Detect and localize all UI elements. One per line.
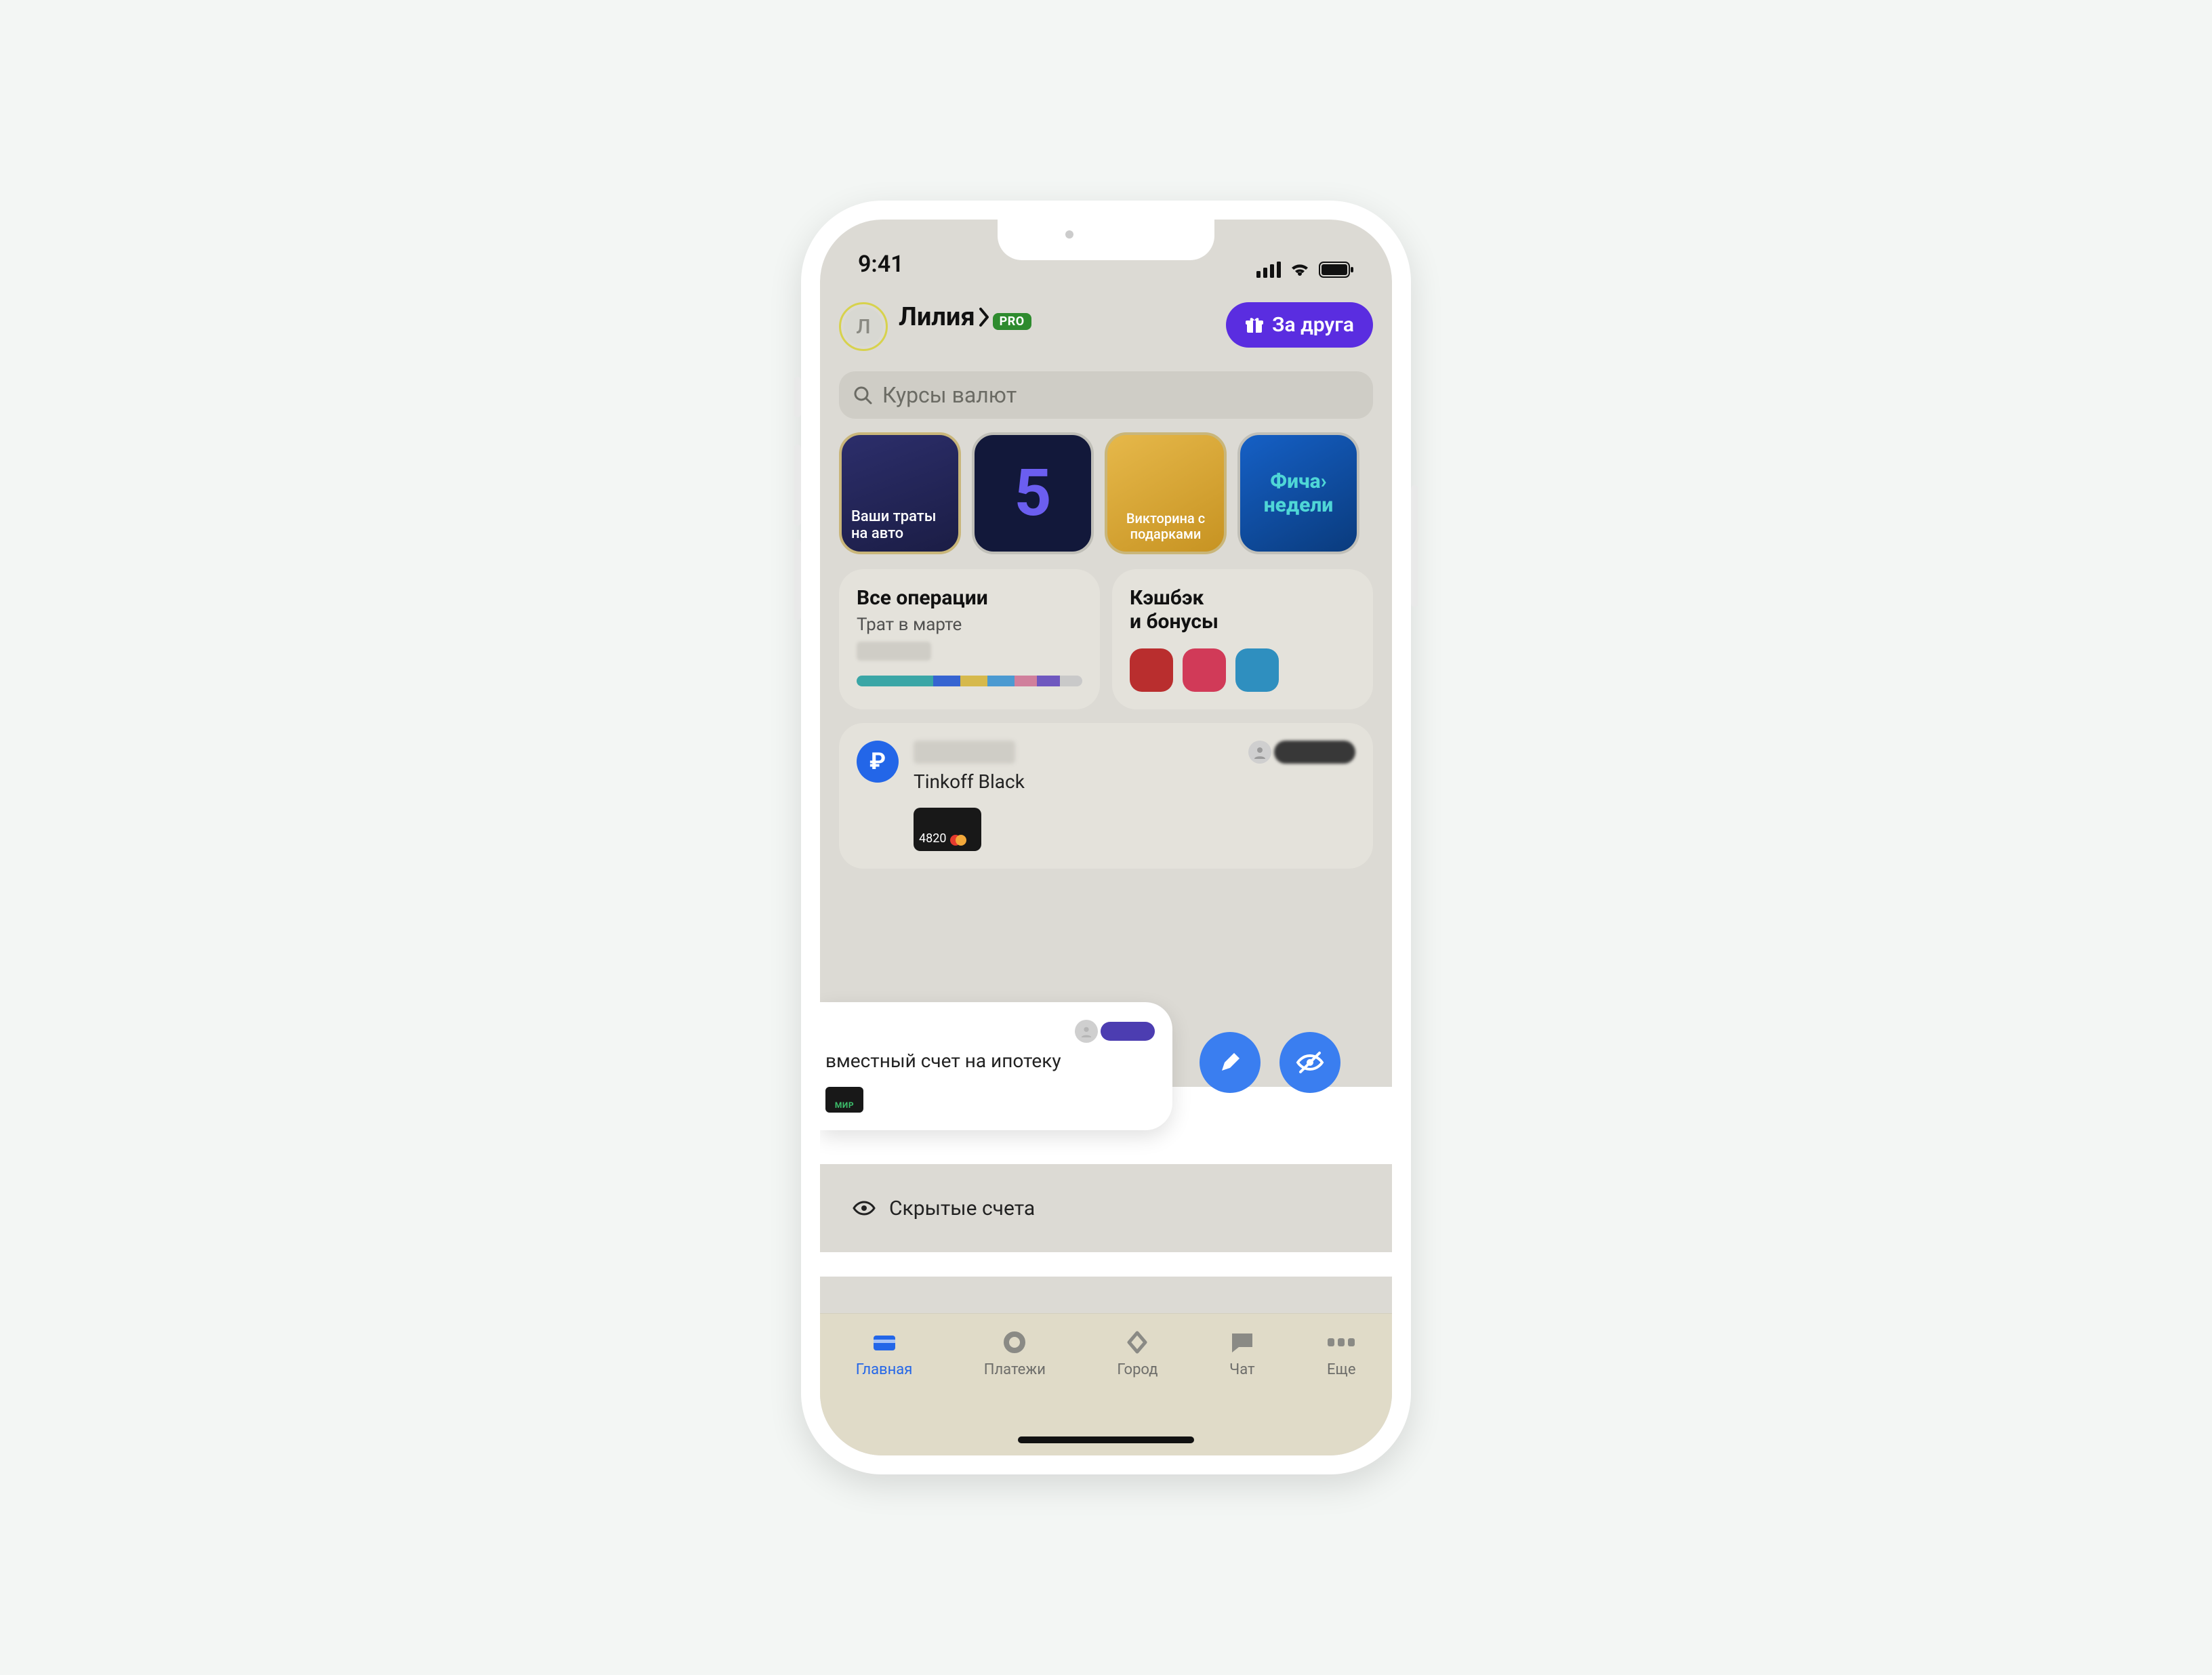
search-icon: [853, 385, 873, 405]
person-icon: [1075, 1020, 1098, 1043]
tab-label: Платежи: [984, 1361, 1046, 1378]
swiped-account-card[interactable]: вместный счет на ипотеку МИР: [820, 1002, 1172, 1130]
tab-city[interactable]: Город: [1117, 1329, 1158, 1378]
all-operations-card[interactable]: Все операции Трат в марте: [839, 569, 1100, 709]
account-card[interactable]: ₽ Tinkoff Black: [839, 723, 1373, 869]
tab-more[interactable]: Еще: [1326, 1329, 1356, 1378]
story-label: 5: [1014, 455, 1051, 531]
eye-icon: [853, 1197, 876, 1220]
card-last4: 4820: [919, 831, 946, 846]
tab-label: Еще: [1327, 1361, 1356, 1378]
card-mini[interactable]: 4820: [914, 808, 981, 851]
avatar-letter: Л: [844, 307, 883, 346]
ops-amount-redacted: [857, 642, 931, 661]
eye-off-icon: [1295, 1048, 1325, 1077]
card-mini-mir[interactable]: МИР: [825, 1087, 863, 1113]
story-label: Фича› недели: [1250, 470, 1347, 517]
rouble-icon: ₽: [857, 741, 899, 783]
tab-label: Город: [1117, 1361, 1158, 1378]
pencil-icon: [1216, 1049, 1244, 1076]
profile-name: Лилия: [899, 302, 975, 332]
tab-chat[interactable]: Чат: [1229, 1329, 1255, 1378]
account-balance-redacted: [914, 741, 1015, 764]
search-input[interactable]: Курсы валют: [839, 371, 1373, 419]
home-indicator[interactable]: [1018, 1436, 1194, 1443]
cashback-squares: [1130, 648, 1355, 692]
cellular-icon: [1256, 262, 1281, 278]
ops-subtitle: Трат в марте: [857, 615, 1082, 635]
city-tab-icon: [1124, 1330, 1151, 1355]
cashback-card[interactable]: Кэшбэк и бонусы: [1112, 569, 1373, 709]
chevron-right-icon: [978, 308, 990, 327]
avatar[interactable]: Л: [839, 302, 888, 351]
shared-name-redacted: [1274, 741, 1355, 764]
pro-badge: PRO: [993, 313, 1031, 330]
wifi-icon: [1289, 262, 1311, 278]
story-five[interactable]: 5: [972, 432, 1094, 554]
tab-label: Чат: [1229, 1361, 1254, 1378]
more-tab-icon: [1326, 1334, 1356, 1350]
story-feature[interactable]: Фича› недели: [1237, 432, 1359, 554]
status-time: 9:41: [858, 251, 904, 278]
tab-bar: Главная Платежи Город Чат: [820, 1313, 1392, 1455]
account-label: Tinkoff Black: [914, 770, 1025, 793]
mastercard-icon: [950, 835, 966, 846]
tab-label: Главная: [856, 1361, 913, 1378]
person-icon: [1248, 741, 1271, 764]
account-shared-users[interactable]: [1248, 741, 1355, 764]
invite-friend-button[interactable]: За друга: [1226, 302, 1373, 348]
mir-scheme: МИР: [835, 1100, 854, 1110]
ops-title: Все операции: [857, 587, 1082, 611]
tab-payments[interactable]: Платежи: [984, 1329, 1046, 1378]
profile-name-button[interactable]: Лилия: [899, 302, 990, 332]
hidden-accounts-row[interactable]: Скрытые счета: [820, 1164, 1392, 1252]
story-label: Викторина с подарками: [1117, 511, 1214, 542]
invite-friend-label: За друга: [1272, 313, 1354, 337]
story-auto-spend[interactable]: Ваши траты на авто: [839, 432, 961, 554]
edit-account-button[interactable]: [1200, 1032, 1261, 1093]
payments-tab-icon: [1002, 1330, 1027, 1355]
gift-icon: [1245, 316, 1264, 335]
home-tab-icon: [871, 1331, 898, 1353]
stories-row[interactable]: Ваши траты на авто 5 Викторина с подарка…: [820, 419, 1392, 554]
chat-tab-icon: [1229, 1331, 1255, 1354]
hidden-accounts-label: Скрытые счета: [889, 1197, 1035, 1220]
status-bar: 9:41: [820, 220, 1392, 281]
swiped-account-label: вместный счет на ипотеку: [825, 1050, 1155, 1072]
phone-frame: 9:41 Л: [801, 201, 1411, 1474]
story-label: Ваши траты на авто: [851, 508, 949, 542]
cashback-title: Кэшбэк и бонусы: [1130, 587, 1355, 634]
ops-spend-bar: [857, 676, 1082, 686]
tab-home[interactable]: Главная: [856, 1329, 913, 1378]
search-placeholder: Курсы валют: [882, 382, 1017, 408]
battery-icon: [1319, 262, 1354, 278]
shared-name-redacted: [1101, 1022, 1155, 1041]
story-quiz[interactable]: Викторина с подарками: [1105, 432, 1227, 554]
hide-account-button[interactable]: [1279, 1032, 1340, 1093]
